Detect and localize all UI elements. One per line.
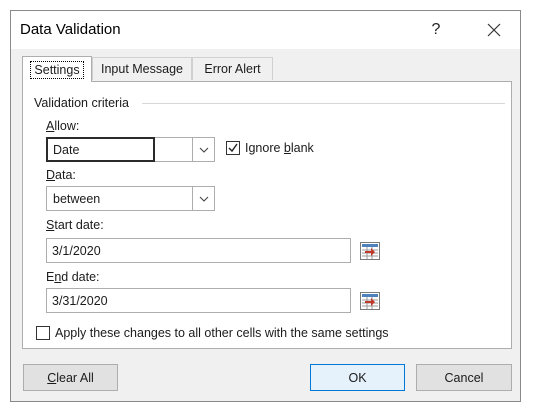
end-date-label-post: d date: — [61, 270, 100, 284]
validation-criteria-label: Validation criteria — [34, 96, 129, 110]
cancel-button[interactable]: Cancel — [416, 364, 512, 391]
end-date-input[interactable]: 3/31/2020 — [46, 288, 351, 313]
start-date-label-rest: tart date: — [54, 218, 104, 232]
close-icon — [487, 23, 500, 37]
allow-dropdown-arrow[interactable] — [192, 138, 214, 161]
clear-all-button[interactable]: Clear All — [23, 364, 118, 391]
data-label-rest: ata: — [55, 168, 76, 182]
allow-dropdown[interactable]: Date — [46, 137, 215, 162]
collapse-dialog-icon — [360, 292, 380, 310]
clear-all-label: lear All — [56, 370, 94, 385]
ok-button[interactable]: OK — [310, 364, 405, 391]
start-date-label: Start date: — [46, 218, 104, 232]
title-bar: Data Validation ? — [11, 11, 520, 49]
start-date-range-picker[interactable] — [360, 242, 380, 260]
ignore-blank-checkbox[interactable] — [226, 141, 240, 155]
allow-label-rest: llow: — [54, 119, 80, 133]
end-date-label: End date: — [46, 270, 100, 284]
data-validation-dialog: Data Validation ? Settings Input Message… — [10, 10, 521, 402]
end-date-range-picker[interactable] — [360, 292, 380, 310]
settings-panel: Validation criteria Allow: Date Ignore b… — [22, 81, 512, 349]
tab-settings[interactable]: Settings — [22, 56, 92, 82]
apply-all-label[interactable]: Apply these changes to all other cells w… — [55, 326, 389, 340]
tab-error-alert[interactable]: Error Alert — [192, 57, 273, 80]
allow-label: Allow: — [46, 119, 79, 133]
apply-all-checkbox[interactable] — [36, 326, 50, 340]
chevron-down-icon — [199, 147, 208, 153]
ignore-blank-label[interactable]: Ignore blank — [245, 141, 314, 155]
ignore-blank-label-pre: Ignore — [245, 141, 284, 155]
end-date-value: 3/31/2020 — [52, 294, 108, 308]
tab-input-message[interactable]: Input Message — [92, 57, 192, 80]
clear-all-accesskey: C — [47, 370, 57, 385]
start-date-value: 3/1/2020 — [52, 244, 101, 258]
data-value: between — [53, 192, 101, 206]
start-date-input[interactable]: 3/1/2020 — [46, 238, 351, 263]
data-dropdown-arrow[interactable] — [192, 187, 214, 210]
help-button[interactable]: ? — [411, 11, 461, 49]
ignore-blank-accesskey: b — [283, 141, 291, 155]
tab-input-message-label: Input Message — [101, 62, 183, 76]
group-divider — [142, 103, 505, 104]
dialog-title: Data Validation — [20, 21, 121, 38]
tab-settings-label: Settings — [30, 60, 84, 79]
ignore-blank-label-post: lank — [290, 141, 314, 155]
close-button[interactable] — [466, 11, 521, 49]
data-dropdown[interactable]: between — [46, 186, 215, 211]
collapse-dialog-icon — [360, 242, 380, 260]
data-label: Data: — [46, 168, 76, 182]
checkmark-icon — [228, 143, 238, 153]
chevron-down-icon — [199, 196, 208, 202]
focus-ring — [46, 137, 155, 162]
tab-error-alert-label: Error Alert — [204, 62, 261, 76]
data-label-accesskey: D — [46, 168, 56, 182]
